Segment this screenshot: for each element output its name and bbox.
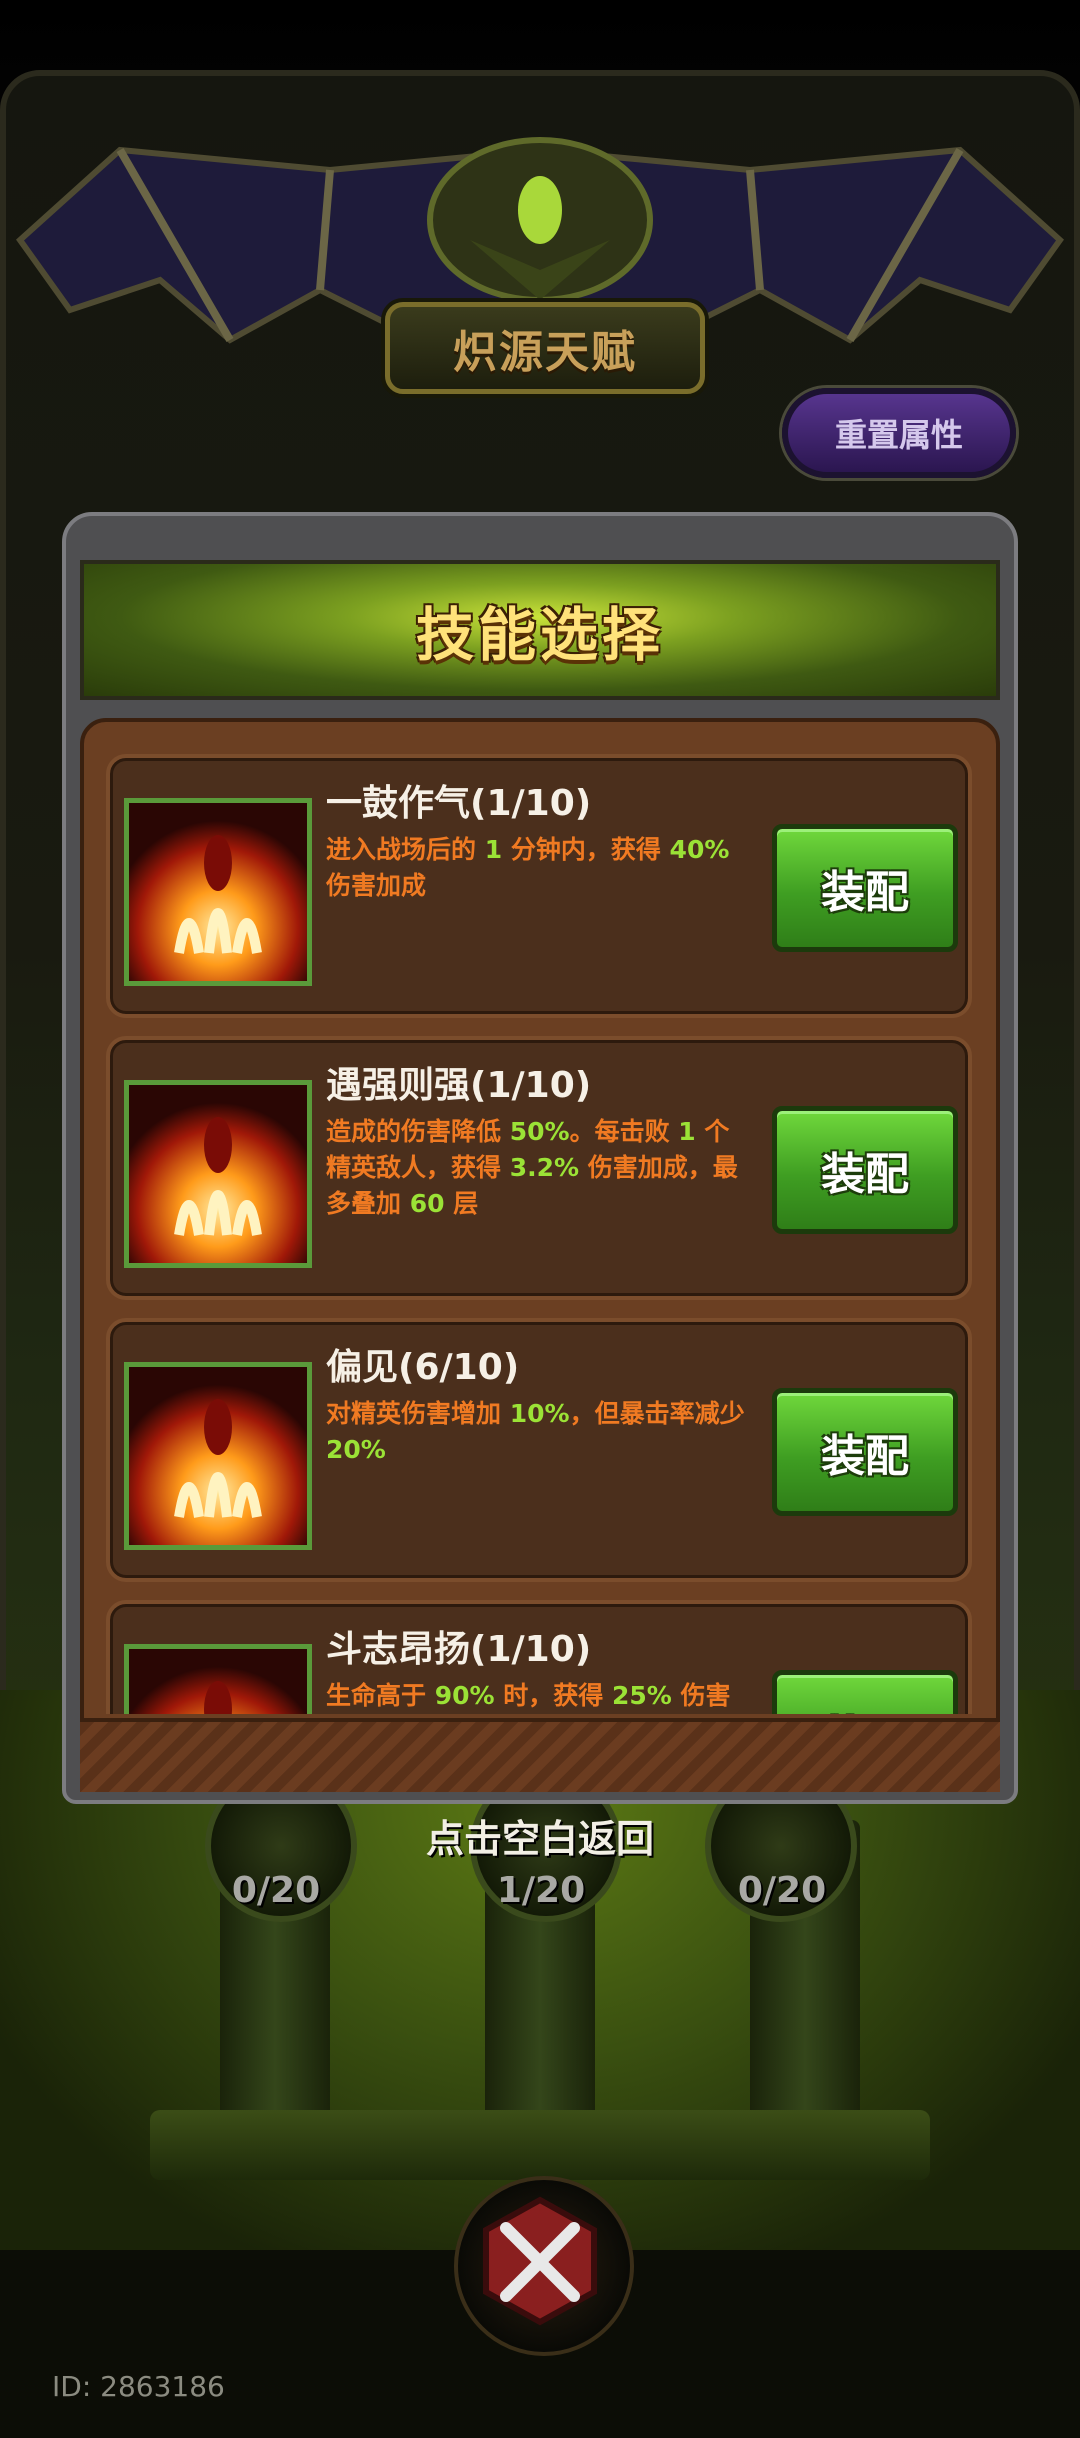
equip-button[interactable]: 装配 — [772, 1670, 958, 1714]
skill-desc-highlight: 60 — [409, 1189, 445, 1218]
panel-footer-border — [80, 1718, 1000, 1792]
skill-description: 对精英伤害增加 10%，但暴击率减少 20% — [326, 1396, 746, 1468]
skill-desc-highlight: 90% — [434, 1681, 495, 1710]
pillar-base — [150, 2110, 930, 2180]
skill-list-panel: 一鼓作气(1/10) 进入战场后的 1 分钟内，获得 40% 伤害加成 装配 遇… — [80, 718, 1000, 1782]
tap-blank-return-hint: 点击空白返回 — [425, 1817, 654, 1861]
skill-card: 斗志昂扬(1/10) 生命高于 90% 时，获得 25% 伤害 装配 — [106, 1600, 972, 1714]
skill-desc-highlight: 3.2% — [509, 1153, 580, 1182]
skill-desc-highlight: 20% — [326, 1435, 386, 1464]
skill-desc-text: 进入战场后的 — [326, 835, 485, 864]
skill-desc-text: ，但暴击率减少 — [569, 1399, 745, 1428]
equip-label: 装配 — [821, 1431, 909, 1482]
skill-desc-highlight: 1 — [484, 835, 503, 864]
flame-skill-icon — [124, 1644, 312, 1714]
modal-header: 技能选择 — [80, 560, 1000, 700]
equip-label: 装配 — [821, 1149, 909, 1200]
skill-desc-text: 造成的伤害降低 — [326, 1117, 510, 1146]
talent-counter-center: 1/20 — [496, 1870, 586, 1911]
talent-counter-right: 0/20 — [737, 1870, 827, 1911]
reset-attributes-button[interactable]: 重置属性 — [782, 388, 1016, 478]
skill-card: 一鼓作气(1/10) 进入战场后的 1 分钟内，获得 40% 伤害加成 装配 — [106, 754, 972, 1018]
skill-card: 偏见(6/10) 对精英伤害增加 10%，但暴击率减少 20% 装配 — [106, 1318, 972, 1582]
skill-name: 偏见(6/10) — [326, 1347, 520, 1388]
player-id: ID: 2863186 — [52, 2370, 225, 2403]
equip-button[interactable]: 装配 — [772, 1106, 958, 1234]
talent-title: 炽源天赋 — [453, 327, 637, 378]
skill-desc-highlight: 1 — [678, 1117, 696, 1146]
crossed-swords-icon — [483, 2196, 597, 2326]
skill-desc-text: 伤害加成 — [326, 871, 427, 900]
skill-desc-highlight: 10% — [509, 1399, 570, 1428]
flame-skill-icon — [124, 1080, 312, 1268]
skill-desc-text: 。每击败 — [569, 1117, 679, 1146]
talent-title-plaque: 炽源天赋 — [385, 302, 705, 394]
skill-desc-text: 对精英伤害增加 — [326, 1399, 510, 1428]
skill-desc-text: 时，获得 — [494, 1681, 612, 1710]
crossed-swords-emblem[interactable] — [454, 2176, 634, 2356]
equip-label: 装配 — [821, 1702, 909, 1714]
equip-button[interactable]: 装配 — [772, 1388, 958, 1516]
skill-desc-highlight: 40% — [669, 835, 730, 864]
skill-description: 造成的伤害降低 50%。每击败 1 个精英敌人，获得 3.2% 伤害加成，最多叠… — [326, 1114, 746, 1222]
skill-list[interactable]: 一鼓作气(1/10) 进入战场后的 1 分钟内，获得 40% 伤害加成 装配 遇… — [104, 754, 976, 1714]
skill-desc-text: 伤害 — [671, 1681, 731, 1710]
skill-name: 斗志昂扬(1/10) — [326, 1629, 592, 1670]
skill-desc-text: 生命高于 — [326, 1681, 435, 1710]
modal-title: 技能选择 — [415, 601, 664, 669]
equip-button[interactable]: 装配 — [772, 824, 958, 952]
flame-skill-icon — [124, 1362, 312, 1550]
skill-desc-highlight: 25% — [611, 1681, 672, 1710]
skill-description: 进入战场后的 1 分钟内，获得 40% 伤害加成 — [326, 832, 746, 904]
talent-counter-left: 0/20 — [231, 1870, 321, 1911]
flame-skill-icon — [124, 798, 312, 986]
skill-desc-text: 层 — [444, 1189, 479, 1218]
skill-desc-highlight: 50% — [509, 1117, 570, 1146]
skill-card: 遇强则强(1/10) 造成的伤害降低 50%。每击败 1 个精英敌人，获得 3.… — [106, 1036, 972, 1300]
reset-attributes-label: 重置属性 — [834, 416, 963, 454]
skill-desc-text: 分钟内，获得 — [502, 835, 670, 864]
skill-description: 生命高于 90% 时，获得 25% 伤害 — [326, 1678, 746, 1714]
skill-name: 遇强则强(1/10) — [326, 1065, 592, 1106]
equip-label: 装配 — [821, 867, 909, 918]
skill-name: 一鼓作气(1/10) — [326, 783, 592, 824]
